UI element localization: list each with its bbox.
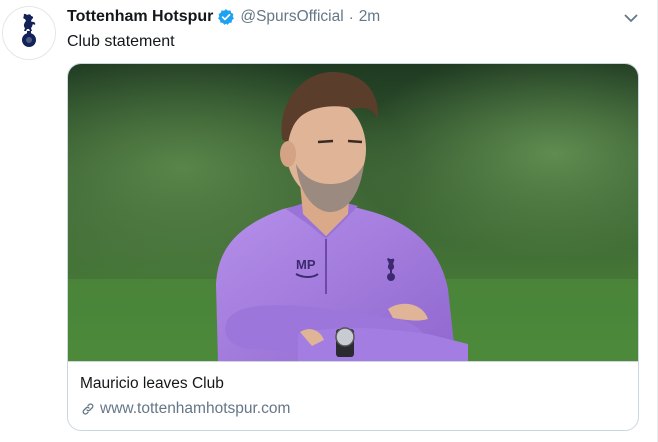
tweet-text: Club statement — [67, 33, 175, 50]
link-card[interactable]: MP Mauricio leaves Club www.tottenhamhot… — [67, 63, 639, 431]
handle[interactable]: @SpursOfficial — [240, 8, 343, 26]
timestamp[interactable]: 2m — [359, 8, 381, 26]
card-url-text: www.tottenhamhotspur.com — [100, 400, 291, 417]
link-icon — [80, 401, 96, 417]
avatar[interactable] — [2, 6, 56, 60]
separator-dot: · — [348, 8, 354, 26]
card-url[interactable]: www.tottenhamhotspur.com — [80, 400, 290, 418]
card-image[interactable]: MP — [68, 64, 638, 362]
tweet-header: Tottenham Hotspur @SpursOfficial · 2m — [67, 7, 380, 27]
shirt-initials: MP — [296, 257, 316, 272]
chevron-down-icon[interactable] — [621, 8, 641, 28]
card-title[interactable]: Mauricio leaves Club — [80, 375, 224, 393]
tweet[interactable]: Tottenham Hotspur @SpursOfficial · 2m Cl… — [0, 0, 658, 442]
tottenham-cockerel-logo-icon — [14, 11, 44, 56]
verified-badge-icon — [217, 8, 235, 26]
display-name[interactable]: Tottenham Hotspur — [67, 8, 213, 26]
